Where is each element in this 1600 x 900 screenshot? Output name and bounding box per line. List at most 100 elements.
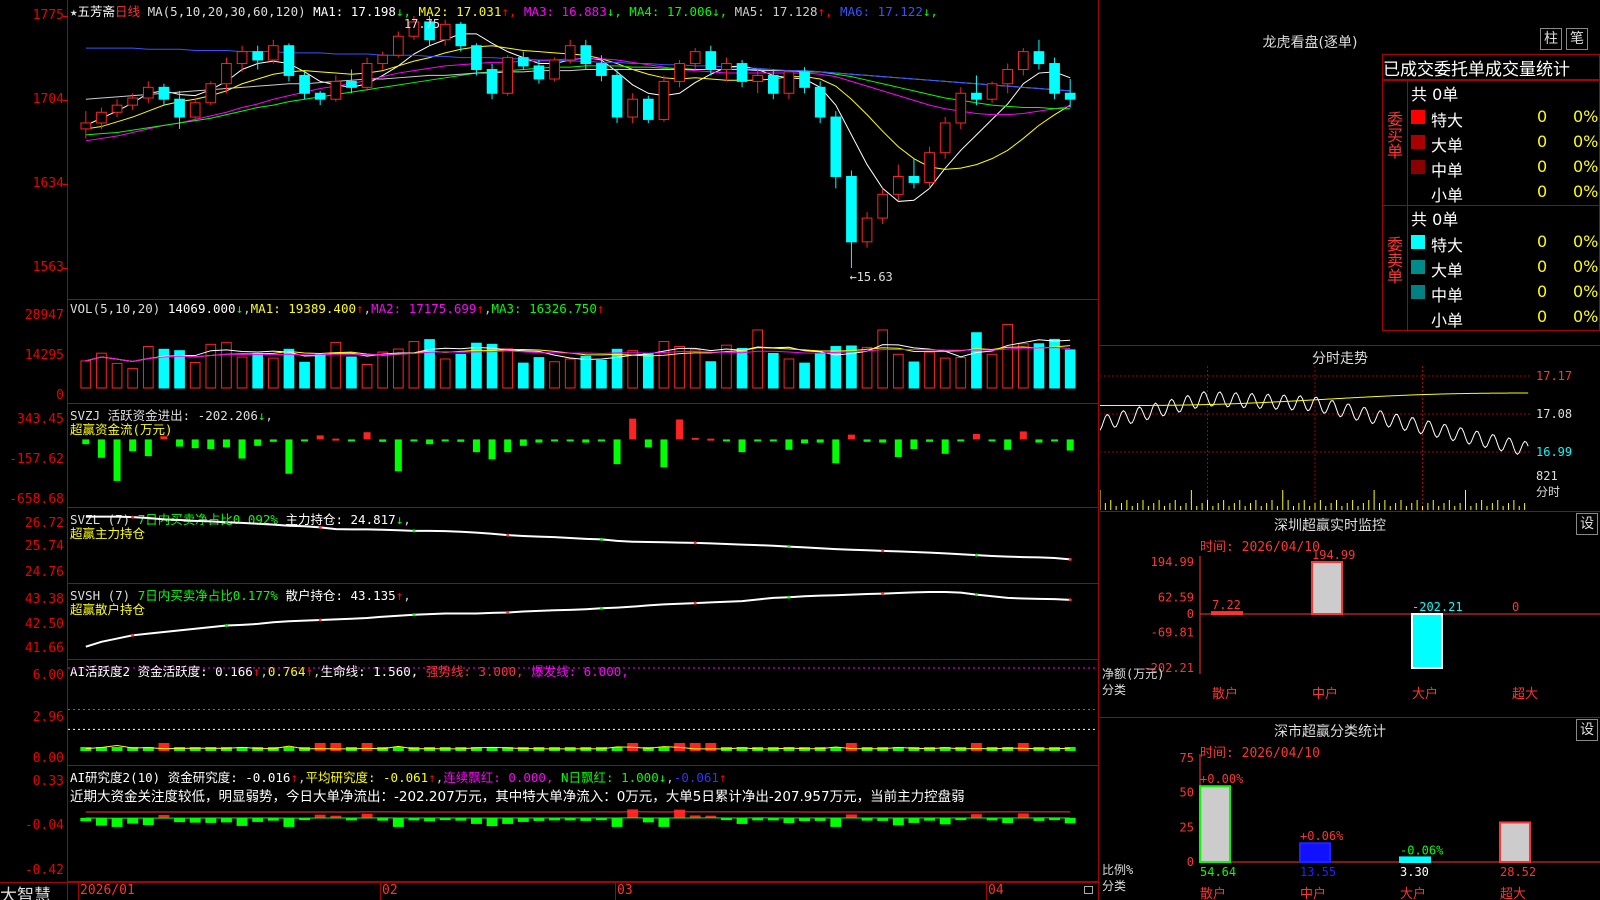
date-tick: 03 — [617, 883, 633, 898]
order-type: 小单 — [1431, 186, 1464, 205]
research-bar — [1017, 813, 1029, 818]
candle — [1017, 51, 1029, 70]
buy-side-label: 委买单 — [1384, 111, 1403, 159]
volume-bar — [1033, 343, 1045, 389]
volume-bar — [892, 353, 904, 389]
class-change-label: +0.00% — [1200, 772, 1244, 786]
fund-flow-bar — [957, 439, 965, 442]
order-color-swatch — [1411, 185, 1425, 199]
lock-icon[interactable] — [1084, 886, 1093, 894]
activity-bar — [1002, 747, 1014, 751]
class-axis-label: 0 — [1187, 855, 1194, 869]
activity-bar — [705, 743, 717, 751]
intraday-axis-label: 17.08 — [1536, 407, 1572, 421]
buy-orders-block: 委买单 共 0单 特大 0 0% 大单 0 0% 中单 0 0% 小单 0 0% — [1382, 80, 1600, 207]
volume-bar — [986, 353, 998, 389]
candle — [455, 23, 467, 47]
retail-holding-line-point — [599, 606, 603, 610]
retail-holding-line-point — [318, 618, 322, 622]
svsh-chart — [85, 591, 1072, 648]
sz-monitor-panel: 深圳超赢实时监控 设 时间: 2026/04/10 194.99 62.59 0 -6… — [1100, 511, 1600, 717]
column-view-tab[interactable]: 柱 — [1540, 28, 1562, 50]
class-stats-panel: 深市超赢分类统计 设 时间: 2026/04/10 75 50 25 0 +0.00% 5… — [1100, 717, 1600, 900]
fund-flow-bar — [551, 439, 559, 442]
fund-flow-bar — [238, 439, 246, 459]
order-type: 中单 — [1431, 161, 1464, 180]
candlestick-chart[interactable]: 17.75 ←15.63 — [68, 0, 1098, 300]
candle — [846, 175, 857, 243]
ai-activity-chart — [68, 667, 1098, 751]
volume-bar — [611, 348, 623, 389]
volume-bar — [189, 362, 201, 389]
fund-flow-bar — [1051, 439, 1059, 442]
candle — [174, 98, 185, 118]
price-panel[interactable]: ★五芳斋日线 MA(5,10,20,30,60,120) MA1: 17.198… — [68, 0, 1098, 300]
svsh-panel[interactable]: SVSH (7) 7日内买卖净占比0.177% 散户持仓: 43.135↑, 超… — [68, 584, 1098, 660]
ai-research-panel[interactable]: AI研究度2(10) 资金研究度: -0.016↑,平均研究度: -0.061↑… — [68, 766, 1098, 882]
fund-flow-bar — [82, 439, 90, 445]
activity-bar — [783, 747, 795, 751]
candle — [1049, 63, 1060, 94]
order-color-swatch — [1411, 310, 1425, 324]
svsh-axis: 43.38 42.50 41.66 — [24, 592, 64, 656]
class-ratio-bar-chart: 75 50 25 0 +0.00% 54.64 散户 +0.06% 13.55 中户 -0.06% 3… — [1102, 751, 1600, 900]
candle — [549, 59, 560, 80]
candle — [892, 175, 904, 195]
candle — [283, 45, 295, 76]
order-color-swatch — [1411, 110, 1425, 124]
tab-orders[interactable]: 委托单 — [1434, 60, 1485, 79]
volume-bar — [799, 362, 810, 389]
fund-flow-bar — [707, 438, 715, 441]
svzl-panel[interactable]: SVZL (7) 7日内买卖净占比0.092% 主力持仓: 24.817↓, 超… — [68, 508, 1098, 584]
candle — [1033, 51, 1045, 65]
fund-flow-bar — [879, 439, 887, 443]
fund-flow-bar — [457, 439, 465, 442]
volume-panel[interactable]: VOL(5,10,20) 14069.000↓,MA1: 19389.400↑,… — [68, 300, 1098, 404]
fund-flow-bar — [910, 439, 918, 449]
volume-bar — [517, 362, 529, 389]
research-bar — [970, 814, 982, 818]
tab-traded[interactable]: 已成交 — [1383, 60, 1434, 79]
fund-flow-bar — [316, 435, 324, 440]
fund-flow-bar — [207, 439, 215, 449]
fund-flow-bar — [722, 439, 730, 442]
volume-bar — [596, 359, 607, 389]
sz-axis-label: 194.99 — [1151, 555, 1194, 569]
intraday-panel[interactable]: 分时走势 17.17 17.08 16.99 821 分时 — [1100, 345, 1600, 512]
research-bar — [283, 817, 295, 827]
date-tick: 04 — [988, 883, 1004, 898]
volume-bar — [346, 356, 357, 389]
research-bar — [627, 809, 639, 818]
candle — [392, 35, 404, 56]
fund-flow-bar — [613, 439, 621, 465]
class-xlabel: 分类 — [1102, 879, 1126, 893]
volume-bar — [783, 358, 795, 389]
volume-bar — [705, 361, 717, 389]
order-view-tab[interactable]: 笔 — [1566, 28, 1588, 50]
order-color-swatch — [1411, 260, 1425, 274]
volume-ma-line — [85, 347, 1071, 363]
fund-flow-bar — [363, 432, 371, 440]
sell-side-label: 委卖单 — [1384, 236, 1403, 284]
class-category-label: 中户 — [1300, 886, 1326, 900]
sz-net-bar-chart: 194.9962.590-69.81-202.217.22散户194.99中户-… — [1102, 548, 1600, 702]
fund-flow-bar — [1035, 439, 1043, 443]
volume-bar — [299, 361, 310, 389]
activity-bar — [158, 743, 170, 751]
candle — [627, 98, 639, 118]
fund-flow-bar — [160, 436, 168, 440]
fund-flow-bar — [285, 439, 293, 474]
tab-volume-stats[interactable]: 成交量统计 — [1485, 60, 1570, 79]
candle — [861, 217, 873, 243]
research-bar — [1064, 817, 1076, 824]
volume-bar — [533, 357, 545, 389]
lhb-tabs: 已成交委托单成交量统计 — [1382, 54, 1600, 80]
svzj-axis: 343.45 -157.62 -658.68 — [9, 412, 64, 507]
volume-bar — [252, 352, 264, 389]
activity-bar — [205, 747, 217, 751]
app-logo: 大智慧 — [0, 886, 51, 900]
ai-activity-panel[interactable]: AI活跃度2 资金活跃度: 0.166↑,0.764↑,生命线: 1.560, … — [68, 660, 1098, 766]
volume-bar — [1017, 343, 1029, 389]
svzj-panel[interactable]: SVZJ 活跃资金进出: -202.206↓, 超赢资金流(万元) — [68, 404, 1098, 508]
research-bar — [845, 814, 857, 818]
